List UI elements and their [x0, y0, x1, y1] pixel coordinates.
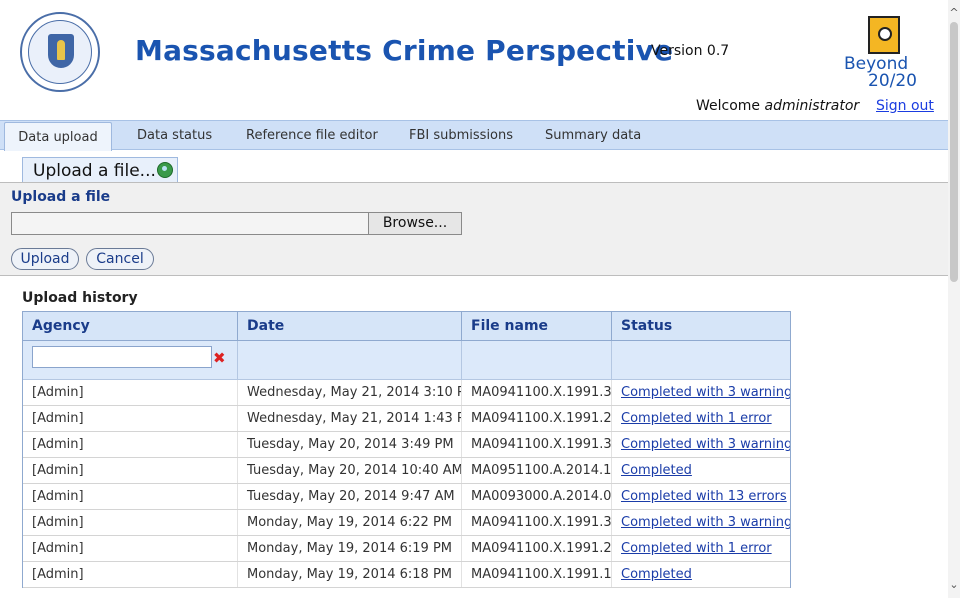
seal-figure — [57, 40, 65, 60]
scroll-up-icon[interactable]: ^ — [948, 6, 960, 20]
status-link[interactable]: Completed with 1 error — [621, 411, 772, 426]
status-link[interactable]: Completed — [621, 463, 692, 478]
subtab-upload-file[interactable]: Upload a file... — [22, 157, 178, 182]
browse-button[interactable]: Browse... — [368, 212, 462, 235]
logo-box-icon — [868, 16, 900, 54]
status-link[interactable]: Completed — [621, 567, 692, 582]
beyond-2020-logo: Beyond 20/20 — [838, 14, 922, 94]
column-header-date[interactable]: Date — [238, 312, 462, 340]
column-header-agency[interactable]: Agency — [23, 312, 238, 340]
cell-status: Completed — [612, 562, 790, 587]
upload-panel: Upload a file Browse... Upload Cancel — [0, 182, 948, 276]
cell-file-name: MA0941100.X.1991.3 — [462, 510, 612, 535]
status-link[interactable]: Completed with 3 warnings — [621, 385, 790, 400]
upload-panel-title: Upload a file — [11, 189, 111, 205]
filter-cell-file — [462, 341, 612, 379]
upload-button[interactable]: Upload — [11, 248, 79, 270]
filter-cell-date — [238, 341, 462, 379]
cell-agency: [Admin] — [23, 536, 238, 561]
logo-text-line2: 20/20 — [868, 71, 917, 91]
cell-date: Wednesday, May 21, 2014 3:10 PM — [238, 380, 462, 405]
cell-file-name: MA0951100.A.2014.1 — [462, 458, 612, 483]
globe-upload-icon — [157, 162, 173, 178]
cell-status: Completed with 1 error — [612, 406, 790, 431]
version-label: Version 0.7 — [651, 43, 730, 59]
app-title: Massachusetts Crime Perspective — [135, 34, 674, 67]
cell-agency: [Admin] — [23, 510, 238, 535]
table-row: [Admin] Monday, May 19, 2014 6:22 PM MA0… — [23, 510, 790, 536]
upload-history-table: Agency Date File name Status ✖ [Admin] W… — [22, 311, 791, 588]
tab-data-upload[interactable]: Data upload — [4, 122, 112, 151]
cell-agency: [Admin] — [23, 562, 238, 587]
cell-status: Completed with 3 warnings — [612, 432, 790, 457]
cell-agency: [Admin] — [23, 458, 238, 483]
welcome-user: administrator — [764, 98, 860, 114]
column-header-status[interactable]: Status — [612, 312, 790, 340]
upload-history-title: Upload history — [22, 290, 138, 306]
agency-filter-input[interactable] — [32, 346, 212, 368]
status-link[interactable]: Completed with 3 warnings — [621, 437, 790, 452]
table-row: [Admin] Monday, May 19, 2014 6:18 PM MA0… — [23, 562, 790, 588]
filter-cell-status — [612, 341, 790, 379]
scroll-down-icon[interactable]: ⌄ — [948, 578, 960, 592]
file-path-input[interactable] — [11, 212, 368, 235]
table-header-row: Agency Date File name Status — [23, 312, 790, 341]
cell-date: Monday, May 19, 2014 6:22 PM — [238, 510, 462, 535]
status-link[interactable]: Completed with 3 warnings — [621, 515, 790, 530]
sign-out-link[interactable]: Sign out — [876, 98, 934, 114]
cell-status: Completed with 1 error — [612, 536, 790, 561]
table-row: [Admin] Wednesday, May 21, 2014 1:43 PM … — [23, 406, 790, 432]
cell-date: Monday, May 19, 2014 6:18 PM — [238, 562, 462, 587]
subtab-label: Upload a file... — [33, 161, 156, 181]
table-row: [Admin] Monday, May 19, 2014 6:19 PM MA0… — [23, 536, 790, 562]
main-tab-bar: Data upload Data status Reference file e… — [0, 120, 948, 151]
cell-date: Tuesday, May 20, 2014 9:47 AM — [238, 484, 462, 509]
cell-agency: [Admin] — [23, 406, 238, 431]
cell-agency: [Admin] — [23, 432, 238, 457]
cell-date: Tuesday, May 20, 2014 3:49 PM — [238, 432, 462, 457]
status-link[interactable]: Completed with 1 error — [621, 541, 772, 556]
massachusetts-seal-logo — [20, 12, 100, 92]
cell-file-name: MA0093000.A.2014.04 — [462, 484, 612, 509]
welcome-prefix: Welcome — [696, 98, 761, 114]
cell-file-name: MA0941100.X.1991.2 — [462, 406, 612, 431]
cell-file-name: MA0941100.X.1991.2 — [462, 536, 612, 561]
clear-filter-icon[interactable]: ✖ — [213, 349, 226, 367]
cell-date: Wednesday, May 21, 2014 1:43 PM — [238, 406, 462, 431]
cell-date: Tuesday, May 20, 2014 10:40 AM — [238, 458, 462, 483]
cell-file-name: MA0941100.X.1991.1 — [462, 562, 612, 587]
tab-fbi-submissions[interactable]: FBI submissions — [409, 121, 513, 150]
tab-reference-file-editor[interactable]: Reference file editor — [246, 121, 378, 150]
cell-file-name: MA0941100.X.1991.3 — [462, 432, 612, 457]
status-link[interactable]: Completed with 13 errors — [621, 489, 787, 504]
table-filter-row: ✖ — [23, 341, 790, 380]
tab-data-status[interactable]: Data status — [137, 121, 212, 150]
cell-status: Completed with 3 warnings — [612, 380, 790, 405]
tab-summary-data[interactable]: Summary data — [545, 121, 641, 150]
cell-status: Completed — [612, 458, 790, 483]
welcome-message: Welcome administrator — [696, 98, 859, 114]
cancel-button[interactable]: Cancel — [86, 248, 154, 270]
table-row: [Admin] Wednesday, May 21, 2014 3:10 PM … — [23, 380, 790, 406]
page-scrollbar[interactable]: ^ ⌄ — [948, 0, 960, 598]
table-row: [Admin] Tuesday, May 20, 2014 9:47 AM MA… — [23, 484, 790, 510]
cell-date: Monday, May 19, 2014 6:19 PM — [238, 536, 462, 561]
cell-status: Completed with 3 warnings — [612, 510, 790, 535]
table-row: [Admin] Tuesday, May 20, 2014 10:40 AM M… — [23, 458, 790, 484]
table-row: [Admin] Tuesday, May 20, 2014 3:49 PM MA… — [23, 432, 790, 458]
agency-filter-cell: ✖ — [23, 341, 238, 379]
cell-agency: [Admin] — [23, 380, 238, 405]
column-header-file-name[interactable]: File name — [462, 312, 612, 340]
cell-status: Completed with 13 errors — [612, 484, 790, 509]
scrollbar-thumb[interactable] — [950, 22, 958, 282]
cell-agency: [Admin] — [23, 484, 238, 509]
cell-file-name: MA0941100.X.1991.3 — [462, 380, 612, 405]
